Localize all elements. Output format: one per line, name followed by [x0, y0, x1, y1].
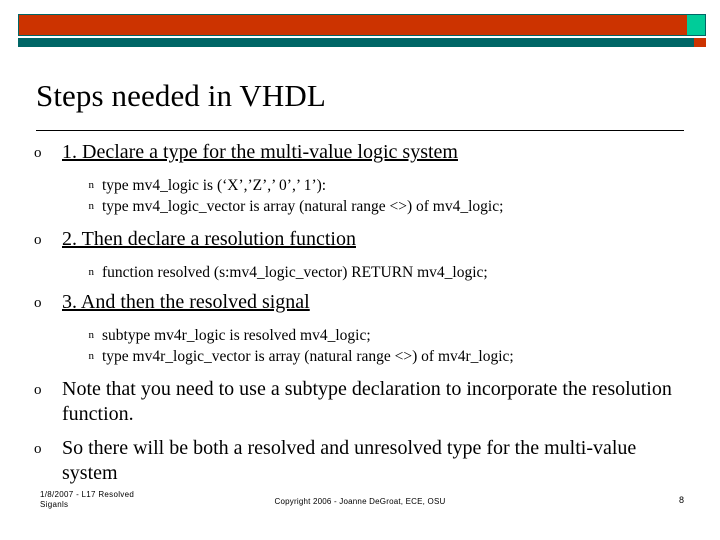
decorative-top-bar — [18, 14, 706, 36]
list-item: n type mv4r_logic_vector is array (natur… — [30, 346, 695, 367]
footer-page-number: 8 — [678, 495, 684, 505]
list-item: o 2. Then declare a resolution function — [30, 227, 695, 253]
slide-body: o 1. Declare a type for the multi-value … — [30, 140, 695, 488]
page-title: Steps needed in VHDL — [36, 78, 326, 113]
list-item: n type mv4_logic is (‘X’,’Z’,’ 0’,’ 1’): — [30, 175, 695, 196]
list-item: o 3. And then the resolved signal — [30, 290, 695, 316]
list-item-text: function resolved (s:mv4_logic_vector) R… — [102, 264, 488, 281]
list-item: o So there will be both a resolved and u… — [30, 436, 695, 486]
list-item: o 1. Declare a type for the multi-value … — [30, 140, 695, 166]
slide-footer: 1/8/2007 - L17 Resolved Siganls Copyrigh… — [0, 490, 720, 524]
decorative-under-bar — [18, 38, 706, 47]
title-divider — [36, 130, 684, 131]
list-item-text: 1. Declare a type for the multi-value lo… — [62, 141, 458, 163]
slide: Steps needed in VHDL o 1. Declare a type… — [0, 0, 720, 540]
list-item: o Note that you need to use a subtype de… — [30, 377, 695, 427]
list-item-text: subtype mv4r_logic is resolved mv4_logic… — [102, 327, 371, 344]
bullet-icon: o — [34, 232, 42, 248]
list-item-text: 3. And then the resolved signal — [62, 291, 310, 313]
decorative-top-bar-accent — [687, 15, 705, 35]
decorative-under-bar-accent — [694, 38, 706, 47]
list-item: n subtype mv4r_logic is resolved mv4_log… — [30, 325, 695, 346]
bullet-icon: o — [34, 382, 42, 398]
bullet-icon: o — [34, 145, 42, 161]
bullet-icon: n — [88, 350, 95, 362]
list-item: n function resolved (s:mv4_logic_vector)… — [30, 262, 695, 283]
bullet-icon: o — [34, 295, 42, 311]
list-item: n type mv4_logic_vector is array (natura… — [30, 196, 695, 217]
bullet-icon: n — [88, 329, 95, 341]
bullet-icon: n — [88, 266, 95, 278]
list-item-text: type mv4_logic is (‘X’,’Z’,’ 0’,’ 1’): — [102, 177, 327, 194]
bullet-icon: o — [34, 441, 42, 457]
list-item-text: Note that you need to use a subtype decl… — [62, 378, 672, 425]
bullet-icon: n — [88, 200, 95, 212]
list-item-text: type mv4_logic_vector is array (natural … — [102, 198, 504, 215]
footer-copyright: Copyright 2006 - Joanne DeGroat, ECE, OS… — [274, 497, 446, 506]
list-item-text: type mv4r_logic_vector is array (natural… — [102, 348, 514, 365]
list-item-text: 2. Then declare a resolution function — [62, 228, 356, 250]
list-item-text: So there will be both a resolved and unr… — [62, 437, 637, 484]
bullet-icon: n — [88, 179, 95, 191]
